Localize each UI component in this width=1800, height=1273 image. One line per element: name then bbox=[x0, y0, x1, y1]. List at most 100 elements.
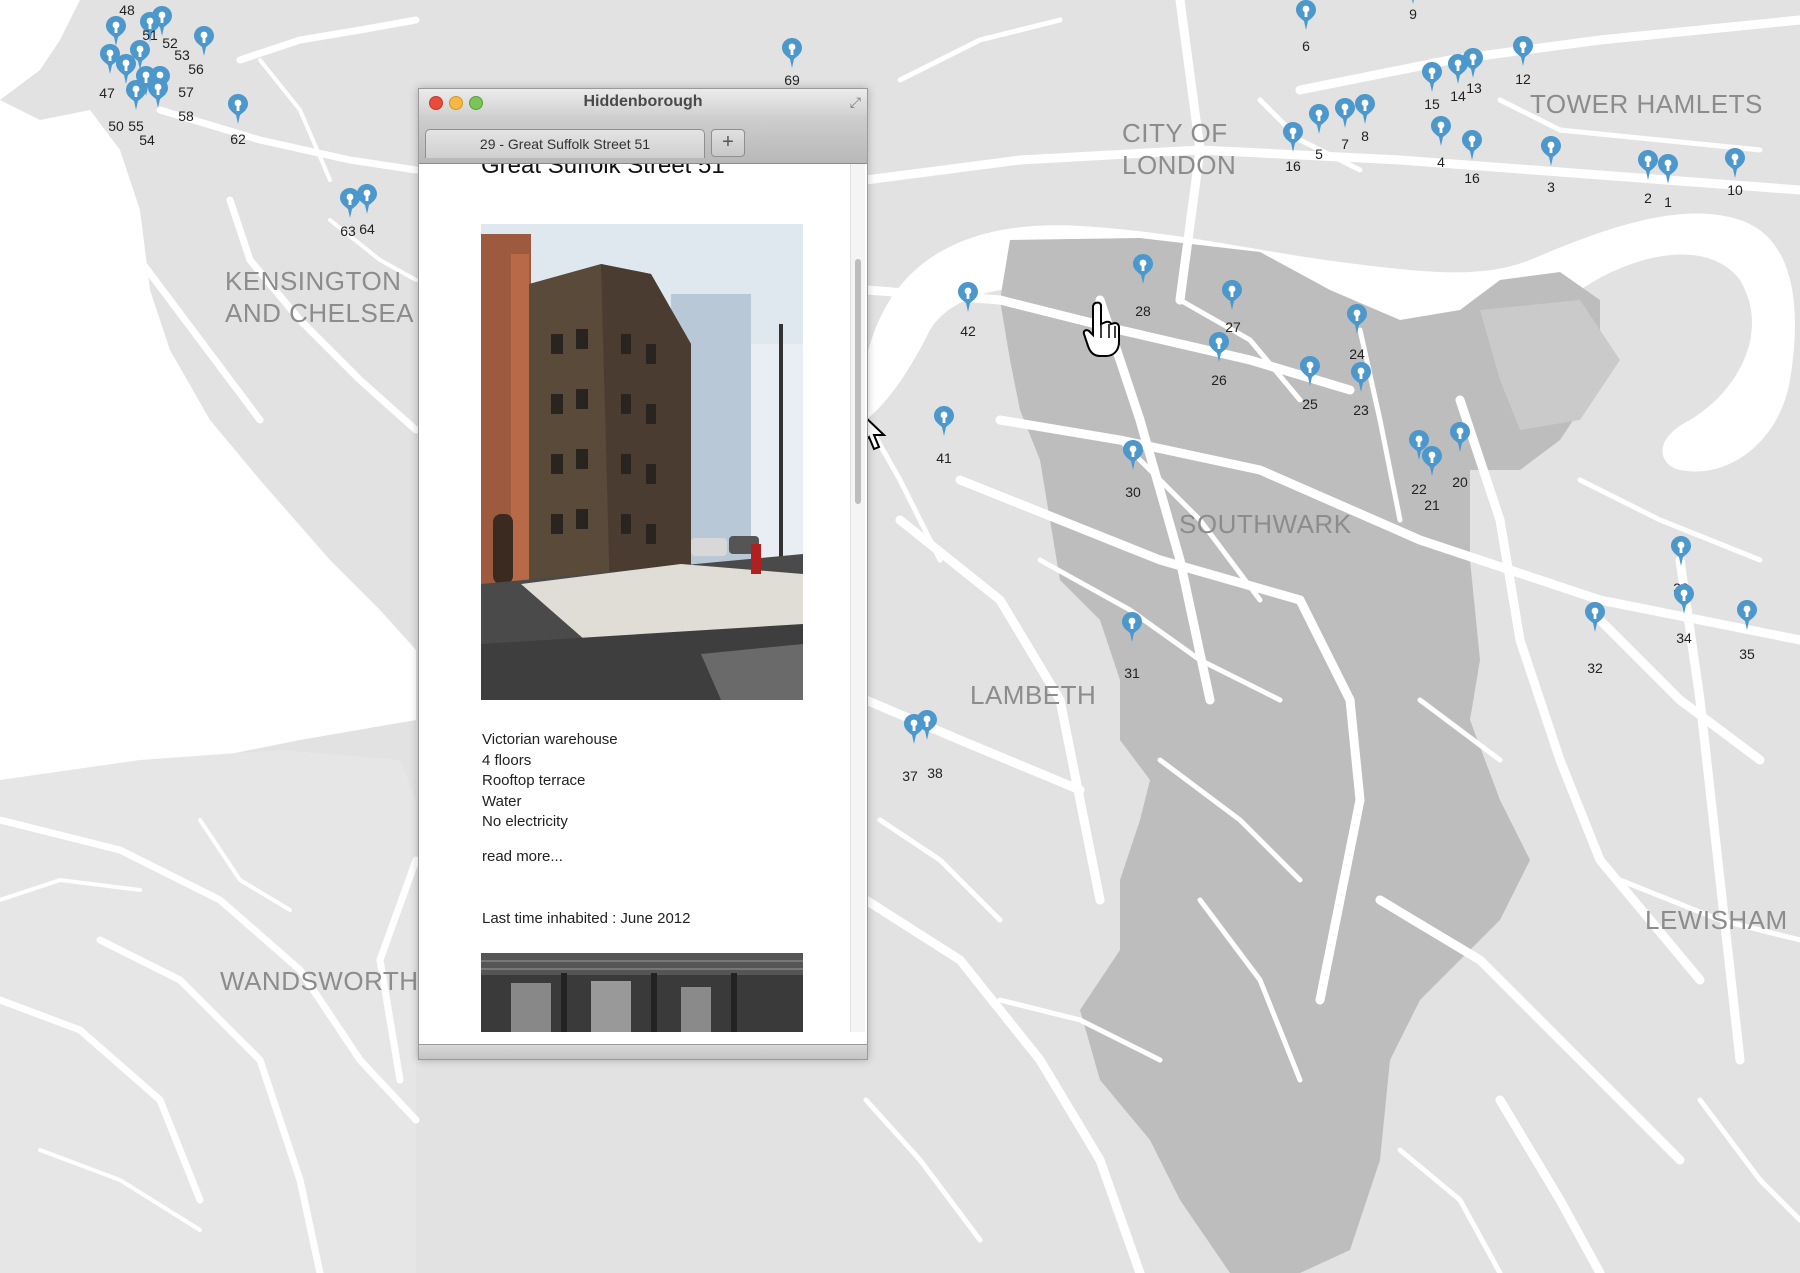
map-pin[interactable] bbox=[1355, 94, 1375, 124]
map-pin[interactable] bbox=[1422, 446, 1442, 476]
map-pin[interactable] bbox=[136, 66, 156, 96]
map-pin-icon bbox=[1296, 0, 1316, 30]
map-pin[interactable] bbox=[1725, 148, 1745, 178]
vertical-scrollbar[interactable] bbox=[850, 164, 865, 1032]
detail-type: Victorian warehouse bbox=[482, 731, 618, 748]
map-pin[interactable] bbox=[1513, 36, 1533, 66]
window-titlebar[interactable]: Hiddenborough ⤢ bbox=[419, 89, 867, 115]
map-pin[interactable] bbox=[934, 406, 954, 436]
map-pin[interactable] bbox=[1422, 62, 1442, 92]
map-pin-icon bbox=[1300, 356, 1320, 386]
pin-label: 16 bbox=[1464, 170, 1480, 186]
tab-bar: 29 - Great Suffolk Street 51 + bbox=[419, 115, 867, 164]
map-pin[interactable] bbox=[1403, 0, 1423, 4]
window-title: Hiddenborough bbox=[583, 93, 703, 110]
area-label-city-of-london: CITY OF LONDON bbox=[1122, 118, 1237, 180]
map-pin[interactable] bbox=[1541, 136, 1561, 166]
map-pin[interactable] bbox=[1222, 280, 1242, 310]
new-tab-button[interactable]: + bbox=[711, 129, 745, 157]
map-pin[interactable] bbox=[1450, 422, 1470, 452]
pin-label: 25 bbox=[1302, 396, 1318, 412]
map-pin[interactable] bbox=[1283, 122, 1303, 152]
map-pin[interactable] bbox=[152, 6, 172, 36]
map-pin-icon bbox=[357, 184, 377, 214]
pin-label: 28 bbox=[1135, 303, 1151, 319]
map-pin-icon bbox=[152, 6, 172, 36]
map-pin-icon bbox=[1133, 254, 1153, 284]
map-pin-icon bbox=[194, 26, 214, 56]
map-pin-icon bbox=[1355, 94, 1375, 124]
map-pin[interactable] bbox=[1658, 154, 1678, 184]
map-pin[interactable] bbox=[1463, 48, 1483, 78]
pin-label: 54 bbox=[139, 132, 155, 148]
map-pin[interactable] bbox=[106, 16, 126, 46]
map-pin[interactable] bbox=[1585, 602, 1605, 632]
map-pin[interactable] bbox=[194, 26, 214, 56]
pin-label: 16 bbox=[1285, 158, 1301, 174]
map-pin-icon bbox=[1351, 362, 1371, 392]
read-more-link[interactable]: read more... bbox=[482, 848, 563, 865]
map-pin[interactable] bbox=[1300, 356, 1320, 386]
map-pin[interactable] bbox=[1347, 304, 1367, 334]
map-pin[interactable] bbox=[1296, 0, 1316, 30]
map-pin[interactable] bbox=[1209, 332, 1229, 362]
map-pin[interactable] bbox=[1431, 116, 1451, 146]
browser-window: Hiddenborough ⤢ 29 - Great Suffolk Stree… bbox=[418, 88, 868, 1060]
detail-water: Water bbox=[482, 792, 522, 810]
tab-great-suffolk-street[interactable]: 29 - Great Suffolk Street 51 bbox=[425, 129, 705, 158]
map-pin[interactable] bbox=[917, 710, 937, 740]
map-pin-icon bbox=[1222, 280, 1242, 310]
scrollbar-thumb[interactable] bbox=[855, 259, 861, 504]
map-pin[interactable] bbox=[357, 184, 377, 214]
map-pin[interactable] bbox=[1674, 584, 1694, 614]
map-pin[interactable] bbox=[1671, 536, 1691, 566]
map-pin[interactable] bbox=[1123, 440, 1143, 470]
map-pin[interactable] bbox=[1133, 254, 1153, 284]
interior-photo bbox=[481, 953, 803, 1032]
map-pin[interactable] bbox=[782, 38, 802, 68]
pin-label: 2 bbox=[1644, 190, 1652, 206]
map-pin-icon bbox=[1431, 116, 1451, 146]
map-pin-icon bbox=[1412, 0, 1414, 4]
map-pin-icon bbox=[1123, 440, 1143, 470]
map-pin-icon bbox=[1422, 62, 1442, 92]
map-pin-icon bbox=[106, 16, 126, 46]
map-pin[interactable] bbox=[1737, 600, 1757, 630]
map-pin[interactable] bbox=[1351, 362, 1371, 392]
map-pin[interactable] bbox=[228, 94, 248, 124]
map-pin-icon bbox=[1674, 584, 1694, 614]
pin-label: 8 bbox=[1361, 128, 1369, 144]
map-pin-icon bbox=[1541, 136, 1561, 166]
map-pin[interactable] bbox=[1462, 130, 1482, 160]
area-label-lambeth: LAMBETH bbox=[970, 680, 1097, 710]
pin-label: 56 bbox=[188, 61, 204, 77]
map-canvas[interactable] bbox=[0, 0, 1800, 1273]
pin-label: 64 bbox=[359, 221, 375, 237]
map-pin[interactable] bbox=[1122, 612, 1142, 642]
map-pin[interactable] bbox=[1335, 98, 1355, 128]
map-pin-icon bbox=[934, 406, 954, 436]
pin-label: 9 bbox=[1409, 6, 1417, 22]
pin-label: 62 bbox=[230, 131, 246, 147]
map-pin-icon bbox=[1422, 446, 1442, 476]
map-pin[interactable] bbox=[1309, 104, 1329, 134]
map-pin-icon bbox=[1335, 98, 1355, 128]
map-pin-icon bbox=[1209, 332, 1229, 362]
map-pin-icon bbox=[782, 38, 802, 68]
area-label-southwark: SOUTHWARK bbox=[1179, 509, 1352, 539]
pin-label: 7 bbox=[1341, 136, 1349, 152]
detail-terrace: Rooftop terrace bbox=[482, 772, 586, 790]
pin-label: 41 bbox=[936, 450, 952, 466]
pin-label: 6 bbox=[1302, 38, 1310, 54]
pin-label: 38 bbox=[927, 765, 943, 781]
pin-label: 1 bbox=[1664, 194, 1672, 210]
map-pin-icon bbox=[136, 66, 156, 96]
fullscreen-icon[interactable]: ⤢ bbox=[850, 94, 861, 111]
pin-label: 12 bbox=[1515, 71, 1531, 87]
map-pin[interactable] bbox=[1638, 150, 1658, 180]
area-label-tower-hamlets: TOWER HAMLETS bbox=[1530, 89, 1763, 119]
map-pin[interactable] bbox=[958, 282, 978, 312]
pin-label: 32 bbox=[1587, 660, 1603, 676]
pin-label: 35 bbox=[1739, 646, 1755, 662]
page-content[interactable]: Great Suffolk Street 51 Victorian wareho… bbox=[419, 164, 849, 1032]
